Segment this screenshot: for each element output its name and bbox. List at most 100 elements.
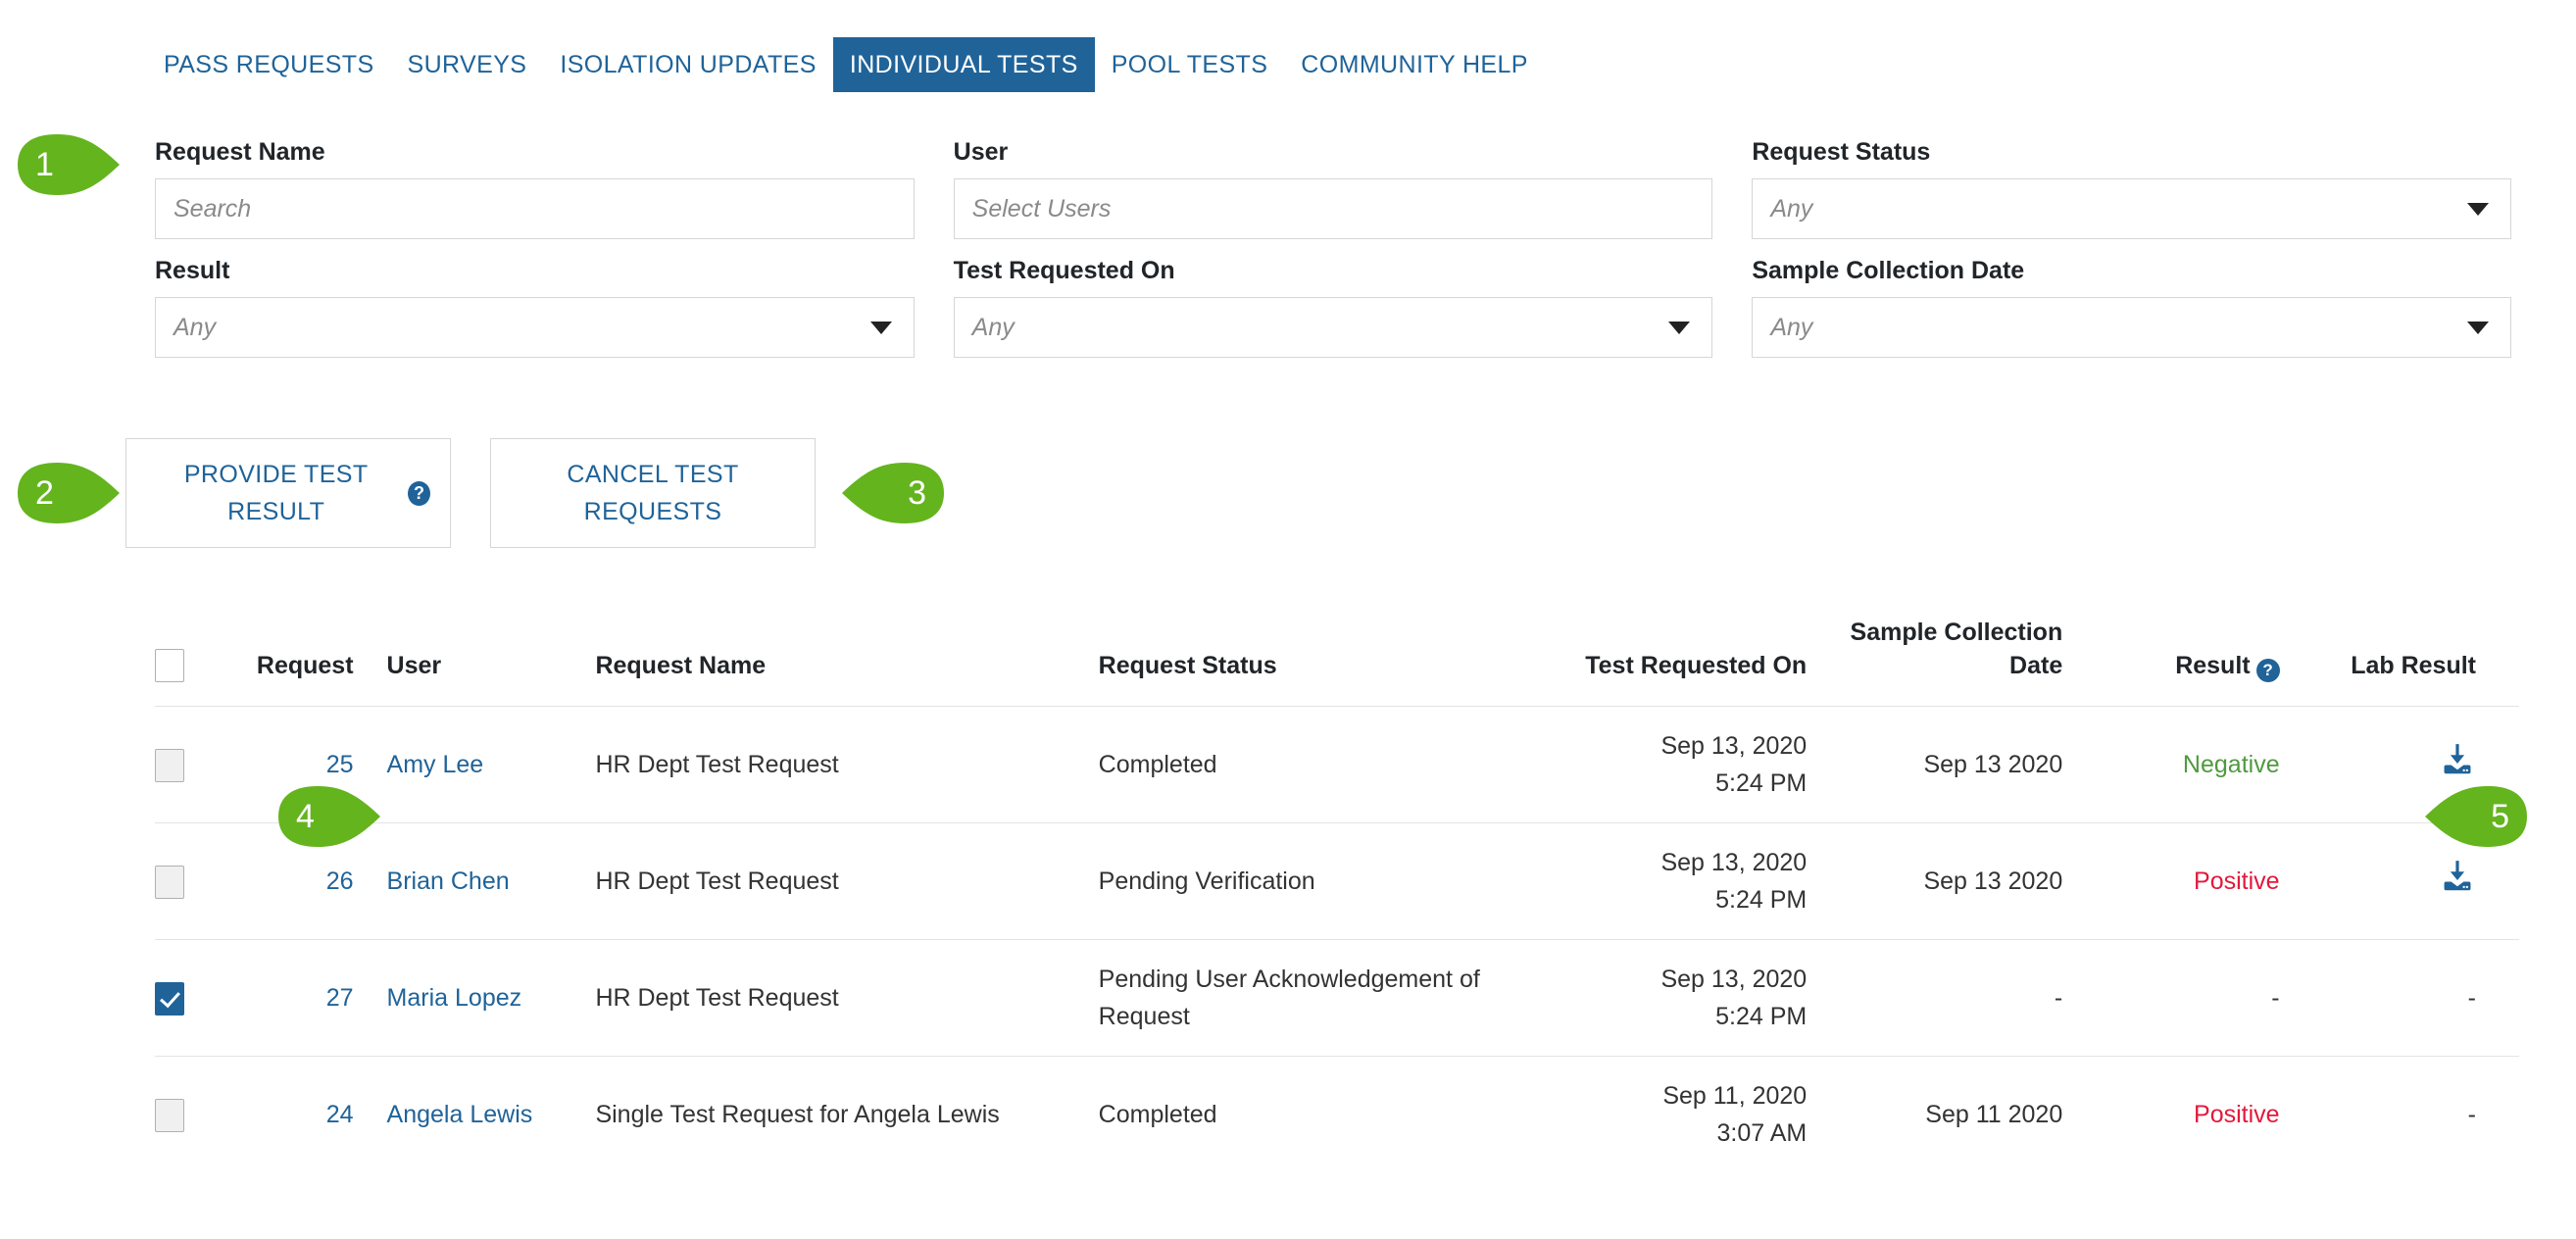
request-id-link[interactable]: 26 [326,867,354,895]
test-requested-on-date: Sep 11, 2020 [1662,1082,1808,1110]
filter-sample-collection-date: Sample Collection Date Any [1752,254,2512,358]
row-select-cell [155,707,232,823]
row-select-checkbox[interactable] [155,749,184,783]
filter-label-sample-collection-date: Sample Collection Date [1752,257,2025,284]
test-requested-on-date: Sep 13, 2020 [1660,849,1808,876]
result-dropdown[interactable]: Any [155,297,915,358]
tab-isolation-updates[interactable]: ISOLATION UPDATES [543,37,832,92]
filter-test-requested-on: Test Requested On Any [953,254,1713,358]
cancel-test-requests-label: CANCEL TEST REQUESTS [567,461,739,525]
request-name-search-input[interactable]: Search [155,178,915,239]
sample-collection-date-cell: Sep 13 2020 [1923,751,2063,778]
download-lab-result-icon[interactable] [2439,858,2476,895]
result-value: Positive [2194,867,2280,895]
row-select-checkbox[interactable] [155,1099,184,1133]
download-lab-result-icon[interactable] [2439,741,2476,778]
request-status-cell: Pending Verification [1098,867,1315,895]
test-requested-on-dropdown[interactable]: Any [953,297,1713,358]
header-request[interactable]: Request [232,616,354,707]
row-select-cell [155,823,232,940]
test-requested-on-cell: Sep 11, 2020 3:07 AM [1528,1057,1807,1173]
tab-surveys[interactable]: SURVEYS [391,37,544,92]
test-requested-on-time: 5:24 PM [1715,1003,1808,1030]
cancel-test-requests-button[interactable]: CANCEL TEST REQUESTS [490,438,816,548]
tab-pass-requests[interactable]: PASS REQUESTS [147,37,391,92]
lab-result-cell: - [2280,940,2519,1057]
lab-result-value: - [2467,984,2476,1012]
header-lab-result[interactable]: Lab Result [2280,616,2519,707]
header-result[interactable]: Result? [2062,616,2280,707]
result-value: Positive [2194,1101,2280,1128]
row-select-cell [155,1057,232,1173]
test-requested-on-time: 3:07 AM [1716,1119,1808,1147]
callout-marker-4: 4 [274,784,384,849]
request-id-link[interactable]: 27 [326,984,354,1012]
user-name-link[interactable]: Brian Chen [387,867,510,895]
header-test-requested-on[interactable]: Test Requested On [1528,616,1807,707]
request-name-cell: HR Dept Test Request [595,984,839,1012]
request-name-placeholder: Search [173,194,252,223]
sample-collection-date-cell: Sep 11 2020 [1925,1101,2063,1128]
sample-collection-date-cell: Sep 13 2020 [1923,867,2063,895]
provide-test-result-button[interactable]: PROVIDE TEST RESULT? [125,438,451,548]
row-select-checkbox[interactable] [155,866,184,900]
header-sample-collection-date[interactable]: Sample Collection Date [1807,616,2063,707]
user-name-link[interactable]: Maria Lopez [387,984,522,1012]
filter-label-result: Result [155,257,230,284]
test-requested-on-value: Any [971,313,1015,341]
request-status-cell: Pending User Acknowledgement of Request [1098,966,1480,1030]
filter-result: Result Any [155,254,915,358]
user-select-input[interactable]: Select Users [953,178,1713,239]
lab-result-value: - [2467,1101,2476,1128]
result-value: Negative [2182,751,2280,778]
request-id-link[interactable]: 25 [326,751,354,778]
filter-row-1: Request Name Search User Select Users Re… [155,135,2512,239]
row-select-checkbox[interactable] [155,982,184,1016]
sample-collection-date-value: Any [1770,313,1813,341]
test-requested-on-time: 5:24 PM [1715,886,1808,914]
table-row: 24 Angela Lewis Single Test Request for An… [155,1056,2519,1173]
filter-label-request-status: Request Status [1752,138,1931,166]
action-button-group: PROVIDE TEST RESULT? CANCEL TEST REQUEST… [125,438,816,548]
request-name-cell: Single Test Request for Angela Lewis [595,1101,1000,1128]
user-placeholder: Select Users [971,194,1112,223]
chevron-down-icon [2467,202,2490,216]
test-requested-on-cell: Sep 13, 2020 5:24 PM [1528,823,1807,940]
tab-pool-tests[interactable]: POOL TESTS [1095,37,1285,92]
request-status-value: Any [1770,194,1813,223]
tab-community-help[interactable]: COMMUNITY HELP [1284,37,1545,92]
filter-panel: Request Name Search User Select Users Re… [155,135,2512,358]
individual-tests-page: PASS REQUESTS SURVEYS ISOLATION UPDATES … [0,0,2576,1239]
user-name-link[interactable]: Angela Lewis [387,1101,533,1128]
header-user[interactable]: User [354,616,561,707]
table-row: 27 Maria Lopez HR Dept Test Request Pending… [155,939,2519,1057]
individual-tests-table: Request User Request Name Request Status… [155,616,2519,1172]
callout-marker-3: 3 [838,461,948,525]
test-requested-on-date: Sep 13, 2020 [1660,732,1808,760]
user-name-link[interactable]: Amy Lee [387,751,484,778]
callout-marker-2: 2 [14,461,124,525]
request-status-cell: Completed [1098,1101,1217,1128]
tab-individual-tests[interactable]: INDIVIDUAL TESTS [832,37,1095,92]
filter-request-name: Request Name Search [155,135,915,239]
table-header-row: Request User Request Name Request Status… [155,616,2519,707]
callout-marker-1: 1 [14,132,124,197]
test-requested-on-time: 5:24 PM [1715,769,1808,797]
filter-label-user: User [953,138,1009,166]
request-status-dropdown[interactable]: Any [1752,178,2512,239]
question-mark-circle-icon[interactable]: ? [2255,658,2280,682]
test-requested-on-date: Sep 13, 2020 [1660,966,1808,993]
header-request-name[interactable]: Request Name [560,616,1098,707]
sample-collection-date-dropdown[interactable]: Any [1752,297,2512,358]
sample-collection-date-cell: - [2054,984,2063,1012]
header-request-status[interactable]: Request Status [1099,616,1529,707]
select-all-checkbox[interactable] [155,649,184,682]
result-value: Any [173,313,217,341]
header-result-label: Result [2175,652,2251,679]
question-mark-circle-icon[interactable]: ? [408,480,430,506]
chevron-down-icon [869,321,892,334]
test-requested-on-cell: Sep 13, 2020 5:24 PM [1528,940,1807,1057]
provide-test-result-label: PROVIDE TEST RESULT [183,461,369,525]
request-id-link[interactable]: 24 [326,1101,354,1128]
filter-user: User Select Users [953,135,1713,239]
